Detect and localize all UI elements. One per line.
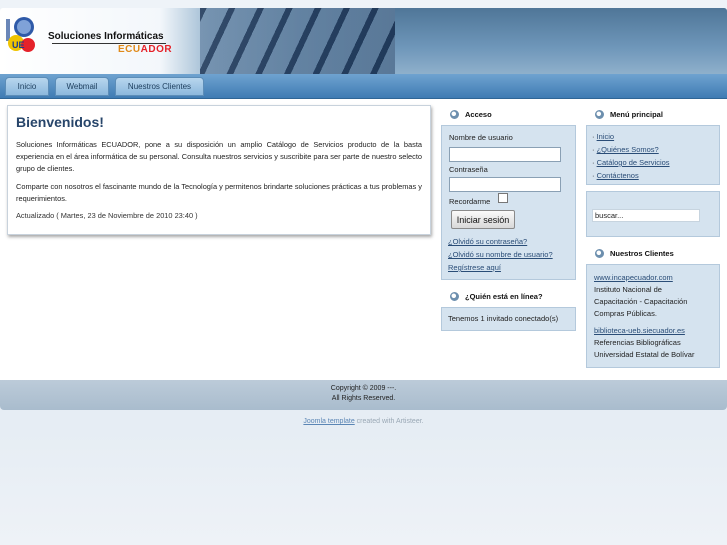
logo-letters: UE (12, 40, 25, 50)
menu-item-label[interactable]: Inicio (597, 132, 615, 141)
clients-heading-text: Nuestros Clientes (610, 248, 674, 258)
menu-item-label[interactable]: ¿Quiénes Somos? (597, 145, 659, 154)
copyright-text: Copyright © 2009 ---. (330, 385, 397, 392)
template-credit: Joomla template created with Artisteer. (0, 418, 727, 425)
client-desc: Capacitación - Capacitación (594, 297, 688, 306)
article-title: Bienvenidos! (16, 114, 104, 130)
site-title: Soluciones Informáticas (48, 31, 166, 44)
main-menu-heading: Menú principal (595, 106, 663, 122)
welcome-article: Bienvenidos! Soluciones Informáticas ECU… (7, 105, 431, 235)
article-paragraph-1: Soluciones Informáticas ECUADOR, pone a … (16, 140, 422, 173)
main-nav-bar: Inicio Webmail Nuestros Clientes (0, 74, 727, 99)
online-heading-text: ¿Quién está en línea? (465, 291, 543, 301)
client-desc: Instituto Nacional de (594, 285, 662, 294)
client-desc: Referencias Bibliográficas (594, 338, 681, 347)
password-field[interactable] (449, 177, 561, 192)
menu-item-contactenos[interactable]: · Contáctenos (592, 171, 639, 180)
online-panel: Tenemos 1 invitado conectado(s) (441, 307, 576, 331)
rights-text: All Rights Reserved. (331, 395, 396, 402)
clients-panel: www.incapecuador.com Instituto Nacional … (586, 264, 720, 368)
header-banner-panel (395, 8, 727, 74)
forgot-username-link[interactable]: ¿Olvidó su nombre de usuario? (448, 250, 553, 259)
login-module-heading: Acceso (450, 106, 492, 122)
client-desc: Universidad Estatal de Bolívar (594, 350, 695, 359)
keyboard-banner-image (200, 8, 395, 74)
joomla-template-link[interactable]: Joomla template (303, 418, 354, 425)
register-link[interactable]: Regístrese aquí (448, 263, 501, 272)
client-link-incap[interactable]: www.incapecuador.com (594, 273, 673, 282)
menu-item-label[interactable]: Contáctenos (597, 171, 639, 180)
main-menu-heading-text: Menú principal (610, 109, 663, 119)
clients-module-heading: Nuestros Clientes (595, 245, 674, 261)
online-module-heading: ¿Quién está en línea? (450, 288, 543, 304)
credit-text: created with Artisteer. (354, 418, 424, 425)
remember-label: Recordarme (449, 197, 491, 206)
site-header: UE Soluciones Informáticas ECUADOR (0, 8, 727, 74)
username-label: Nombre de usuario (449, 133, 513, 142)
menu-item-inicio[interactable]: · Inicio (592, 132, 614, 141)
article-updated-date: Actualizado ( Martes, 23 de Noviembre de… (16, 211, 198, 220)
remember-checkbox[interactable] (498, 193, 508, 203)
forgot-password-link[interactable]: ¿Olvidó su contraseña? (448, 237, 527, 246)
online-count-text: Tenemos 1 invitado conectado(s) (448, 314, 559, 323)
site-footer: Copyright © 2009 ---. All Rights Reserve… (0, 380, 727, 410)
client-desc: Compras Públicas. (594, 309, 657, 318)
tab-inicio[interactable]: Inicio (5, 77, 49, 96)
client-link-biblioteca[interactable]: biblioteca-ueb.siecuador.es (594, 326, 685, 335)
menu-item-catalogo[interactable]: · Catálogo de Servicios (592, 158, 670, 167)
login-panel: Nombre de usuario Contraseña Recordarme … (441, 125, 576, 280)
tab-webmail[interactable]: Webmail (55, 77, 109, 96)
password-label: Contraseña (449, 165, 488, 174)
bullet-icon (595, 109, 604, 119)
main-menu-panel: · Inicio · ¿Quiénes Somos? · Catálogo de… (586, 125, 720, 185)
site-subtitle: ECUADOR (118, 44, 173, 55)
menu-item-label[interactable]: Catálogo de Servicios (597, 158, 670, 167)
tab-nuestros-clientes[interactable]: Nuestros Clientes (115, 77, 204, 96)
menu-item-quienes-somos[interactable]: · ¿Quiénes Somos? (592, 145, 659, 154)
article-paragraph-2: Comparte con nosotros el fascinante mund… (16, 182, 422, 203)
logo-icon: UE (6, 17, 35, 52)
search-panel: buscar... (586, 191, 720, 237)
login-button[interactable]: Iniciar sesión (451, 210, 515, 229)
username-field[interactable] (449, 147, 561, 162)
login-heading-text: Acceso (465, 109, 492, 119)
bullet-icon (595, 248, 604, 258)
bullet-icon (450, 109, 459, 119)
search-input[interactable]: buscar... (592, 209, 700, 222)
bullet-icon (450, 291, 459, 301)
